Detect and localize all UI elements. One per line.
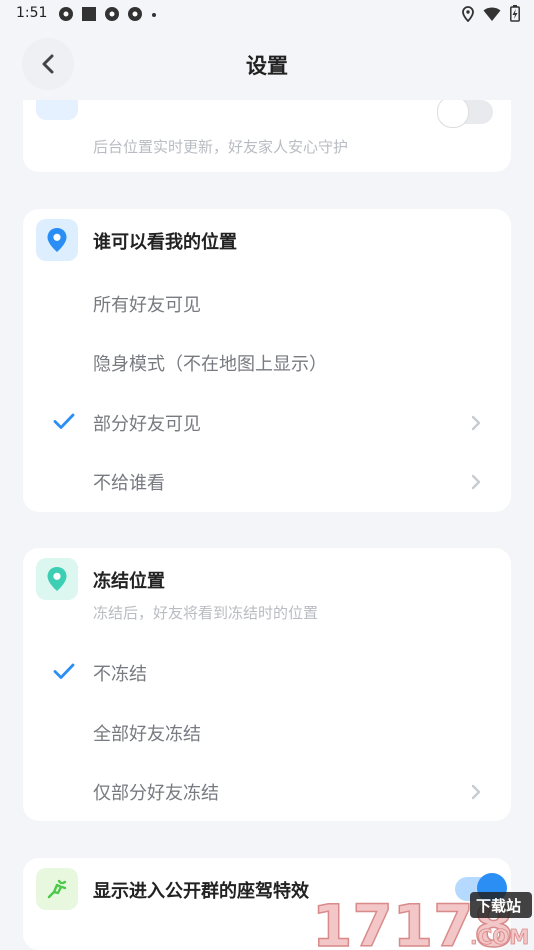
freeze-title: 冻结位置: [93, 571, 165, 592]
dot-icon: [152, 13, 156, 17]
notification-icon: [105, 7, 119, 21]
status-bar: 1:51: [0, 0, 534, 28]
background-location-toggle[interactable]: [437, 96, 493, 128]
toggle-knob: [437, 96, 469, 128]
freeze-subtitle: 冻结后，好友将看到冻结时的位置: [93, 604, 319, 622]
car-effect-icon-box: [36, 868, 78, 910]
option-label: 不冻结: [93, 664, 147, 685]
option-label: 全部好友冻结: [93, 724, 201, 745]
notification-icons: [58, 6, 158, 22]
status-time: 1:51: [16, 5, 48, 21]
freeze-option-all[interactable]: 全部好友冻结: [23, 704, 511, 762]
visibility-card: 谁可以看我的位置 所有好友可见 隐身模式（不在地图上显示） 部分好友可见 不给谁…: [23, 209, 511, 512]
freeze-option-none[interactable]: 不冻结: [23, 644, 511, 702]
location-pin-icon: [47, 228, 67, 252]
chevron-right-icon: [471, 415, 481, 431]
freeze-card: 冻结位置 冻结后，好友将看到冻结时的位置 不冻结 全部好友冻结 仅部分好友冻结: [23, 548, 511, 821]
watermark-suffix: .COM: [470, 925, 529, 949]
visibility-option-invisible[interactable]: 隐身模式（不在地图上显示）: [23, 334, 511, 392]
wifi-icon: [483, 7, 501, 21]
option-label: 所有好友可见: [93, 295, 201, 316]
chevron-right-icon: [471, 784, 481, 800]
system-icons: [462, 5, 520, 22]
car-effect-icon: [47, 879, 67, 899]
option-label: 不给谁看: [93, 473, 165, 494]
option-label: 仅部分好友冻结: [93, 783, 219, 804]
location-pin-teal-icon: [47, 567, 67, 591]
freeze-option-partial[interactable]: 仅部分好友冻结: [23, 763, 511, 821]
page-header: 设置: [0, 28, 534, 100]
check-icon: [53, 663, 75, 679]
location-status-icon: [462, 5, 474, 22]
page-title: 设置: [246, 54, 288, 78]
option-label: 部分好友可见: [93, 414, 201, 435]
freeze-icon-box: [36, 558, 78, 600]
visibility-option-partial[interactable]: 部分好友可见: [23, 394, 511, 452]
visibility-option-all[interactable]: 所有好友可见: [23, 275, 511, 333]
notification-icon: [128, 7, 142, 21]
watermark-logo: 17178 下载站 .COM: [311, 891, 532, 950]
background-location-subtitle: 后台位置实时更新，好友家人安心守护: [93, 138, 349, 156]
chevron-right-icon: [471, 474, 481, 490]
check-icon: [53, 413, 75, 429]
battery-icon: [510, 5, 520, 22]
visibility-title: 谁可以看我的位置: [93, 232, 237, 253]
location-pin-icon-box: [36, 219, 78, 261]
visibility-option-none[interactable]: 不给谁看: [23, 453, 511, 511]
notification-icon: [59, 7, 73, 21]
watermark-badge: 下载站: [476, 897, 521, 915]
option-label: 隐身模式（不在地图上显示）: [93, 354, 327, 375]
stop-icon: [82, 7, 96, 21]
car-effect-title: 显示进入公开群的座驾特效: [93, 881, 309, 902]
